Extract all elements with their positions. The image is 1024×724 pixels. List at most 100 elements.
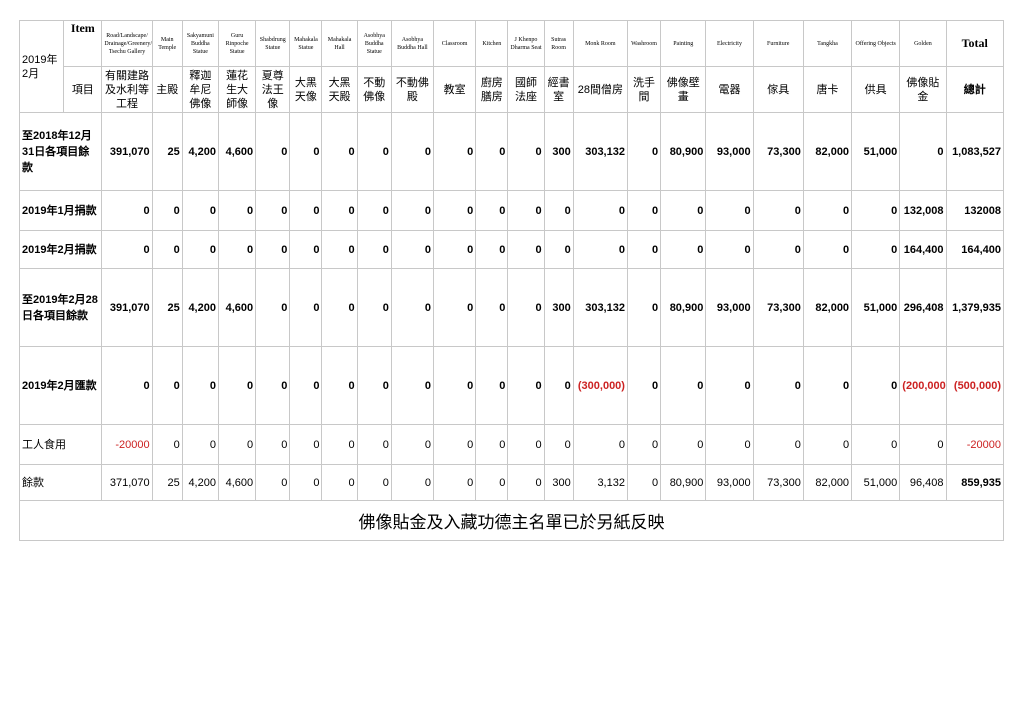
table-cell: (300,000) [572,346,628,425]
table-row: 至2019年2月28日各項目餘款 391,070 25 4,200 4,600 0 0 0 0 0… [18,268,1005,347]
table-cell: 0 [543,230,574,269]
table-cell: 0 [572,190,628,231]
table-cell: 73,300 [752,464,804,501]
table-cell: 0 [433,346,477,425]
table-cell: 0 [390,464,435,501]
row-label: 工人食用 [18,424,103,465]
table-cell: 93,000 [705,268,754,347]
column-header-en: Mahakala Statue [289,20,323,67]
table-cell: 0 [217,346,257,425]
table-cell: 0 [289,190,323,231]
column-header-en: Asobhya Buddha Hall [390,20,435,67]
table-cell: 0 [321,464,358,501]
table-cell: 0 [572,230,628,269]
table-cell: 0 [217,230,257,269]
table-cell: 51,000 [851,112,901,191]
table-cell: 0 [433,464,477,501]
table-cell: 0 [255,464,291,501]
table-cell: 93,000 [705,464,754,501]
column-header-en: Asobhya Buddha Statue [356,20,392,67]
column-header-zh: 電器 [705,66,754,113]
column-header-en: Furniture [752,20,804,67]
column-header-zh: 不動佛殿 [390,66,435,113]
column-header-en: Painting [660,20,707,67]
table-cell: 0 [507,346,545,425]
column-header-zh: 不動佛像 [356,66,392,113]
corner-label: 2019年2月 [18,20,65,113]
column-header-zh: 釋迦牟尼佛像 [181,66,219,113]
column-header-zh: 洗手間 [626,66,662,113]
table-cell: 0 [181,424,219,465]
table-cell: 0 [101,230,153,269]
table-cell: 0 [705,190,754,231]
table-cell: 0 [321,190,358,231]
table-cell: 0 [475,190,509,231]
table-cell: 0 [507,230,545,269]
row-total-cell: 1,083,527 [945,112,1005,191]
table-cell: 0 [181,230,219,269]
row-total-cell: 132008 [945,190,1005,231]
table-cell: 0 [626,464,662,501]
table-cell: 0 [660,424,707,465]
row-label: 2019年2月匯款 [18,346,103,425]
table-cell: 73,300 [752,268,804,347]
table-cell: 0 [802,424,853,465]
table-cell: 0 [507,190,545,231]
column-header-zh: 夏尊法王像 [255,66,291,113]
table-cell: 0 [151,190,183,231]
table-cell: 0 [321,230,358,269]
table-cell: 303,132 [572,112,628,191]
table-cell: 0 [356,346,392,425]
item-header-en: Item [63,20,103,67]
table-cell: 300 [543,464,574,501]
column-header-en: Sakyamuni Buddha Statue [181,20,219,67]
table-row: 2019年1月捐款 0 0 0 0 0 0 0 0 0 0 0 0 0 0 0 0 0 0 0 0 132,008 1320… [18,190,1005,231]
column-header-en: Road/Landscape/ Drainage/Greenery/ Tsech… [101,20,153,67]
table-cell: 0 [289,230,323,269]
table-cell: 0 [356,268,392,347]
table-cell: 0 [433,424,477,465]
row-total-cell: (500,000) [945,346,1005,425]
column-header-zh: 大黑天殿 [321,66,358,113]
column-header-en: Monk Room [572,20,628,67]
table-cell: 0 [507,464,545,501]
table-cell: 51,000 [851,268,901,347]
column-header-zh: 佛像壁畫 [660,66,707,113]
table-cell: 0 [626,230,662,269]
table-cell: 0 [851,346,901,425]
table-cell: 0 [626,190,662,231]
row-total-cell: -20000 [945,424,1005,465]
table-cell: 0 [255,230,291,269]
table-cell: 0 [507,268,545,347]
table-cell: 0 [475,464,509,501]
table-cell: 0 [433,230,477,269]
row-total-cell: 1,379,935 [945,268,1005,347]
column-header-en: Mahakala Hall [321,20,358,67]
table-cell: 0 [321,268,358,347]
table-cell: 0 [356,464,392,501]
table-cell: 0 [181,190,219,231]
table-row: 2019年2月捐款 0 0 0 0 0 0 0 0 0 0 0 0 0 0 0 0 0 0 0 0 164,400 164,… [18,230,1005,269]
table-cell: 0 [390,230,435,269]
table-row: 工人食用 -20000 0 0 0 0 0 0 0 0 0 0 0 0 0 0 0 0 0 0 0 0 -20000 [18,424,1005,465]
table-cell: 0 [475,424,509,465]
column-header-zh: 有關建路及水利等工程 [101,66,153,113]
table-cell: 0 [752,230,804,269]
column-header-zh: 國師法座 [507,66,545,113]
table-cell: 303,132 [572,268,628,347]
table-cell: 391,070 [101,268,153,347]
table-cell: 0 [626,268,662,347]
table-cell: 0 [289,112,323,191]
table-cell: 80,900 [660,464,707,501]
table-cell: 0 [101,346,153,425]
table-cell: 4,200 [181,464,219,501]
table-cell: 25 [151,268,183,347]
column-header-en: Shabdrung Statue [255,20,291,67]
table-cell: 82,000 [802,112,853,191]
table-cell: 0 [705,346,754,425]
column-header-en: Washroom [626,20,662,67]
table-cell: 0 [660,190,707,231]
table-cell: 0 [151,346,183,425]
table-cell: 80,900 [660,268,707,347]
table-cell: 0 [752,424,804,465]
